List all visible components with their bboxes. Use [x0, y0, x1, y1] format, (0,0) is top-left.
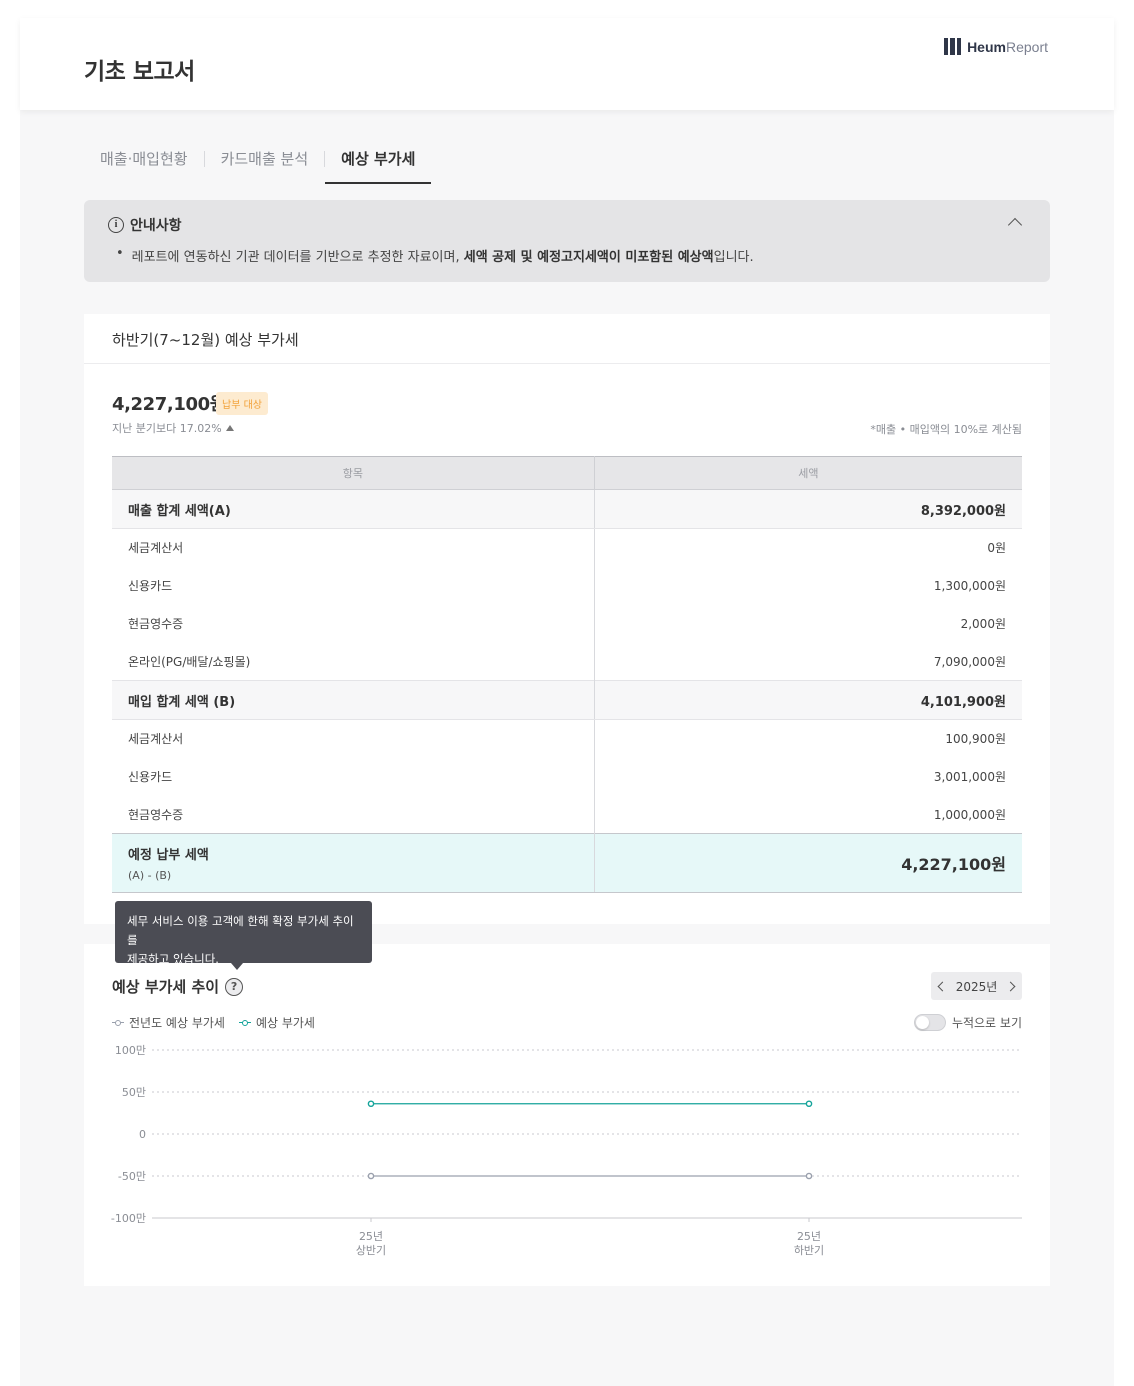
notice-panel: i 안내사항 • 레포트에 연동하신 기관 데이터를 기반으로 추정한 자료이며… [84, 200, 1050, 282]
row-label: 온라인(PG/배달/쇼핑몰) [112, 642, 595, 681]
row-value: 1,300,000원 [933, 579, 1006, 593]
row-label: 매입 합계 세액 (B) [112, 680, 595, 720]
x-tick-label: 25년 [359, 1230, 383, 1243]
logo-text: HeumReport [967, 38, 1048, 55]
row-label: 현금영수증 [112, 795, 595, 834]
quarter-comparison: 지난 분기보다 17.02% [112, 420, 234, 436]
table-row: 온라인(PG/배달/쇼핑몰) 7,090,000원 [112, 642, 1022, 681]
notice-title: 안내사항 [130, 218, 182, 234]
y-tick-label: 50만 [122, 1086, 146, 1099]
payable-label-cell: 예정 납부 세액 (A) - (B) [112, 833, 595, 893]
row-value: 4,101,900원 [594, 680, 1022, 720]
tab-expected-vat[interactable]: 예상 부가세 [325, 134, 432, 184]
vat-trend-card: 예상 부가세 추이 ? 2025년 전년도 예상 부가세 예상 부가세 누적으로… [84, 944, 1050, 1286]
payable-total-row: 예정 납부 세액 (A) - (B) 4,227,100원 [112, 833, 1022, 893]
expected-vat-card: 하반기(7~12월) 예상 부가세 4,227,100원 납부 대상 지난 분기… [84, 314, 1050, 924]
chevron-up-icon[interactable] [1007, 217, 1023, 233]
data-point [367, 1100, 375, 1108]
page-title: 기초 보고서 [84, 59, 195, 85]
table-row: 신용카드 1,300,000원 [112, 566, 1022, 605]
y-tick-label: -50만 [118, 1170, 146, 1183]
table-row: 현금영수증 2,000원 [112, 604, 1022, 643]
calculation-note: *매출 • 매입액의 10%로 계산됨 [870, 423, 1022, 436]
row-value: 7,090,000원 [933, 654, 1006, 669]
heumreport-logo[interactable]: HeumReport [944, 38, 1048, 55]
notice-text: • 레포트에 연동하신 기관 데이터를 기반으로 추정한 자료이며, 세액 공제… [116, 246, 754, 265]
vat-table: 항목 세액 매출 합계 세액(A) 8,392,000원 세금계산서 0원 신용… [112, 456, 1022, 893]
page-header: 기초 보고서 HeumReport [20, 18, 1114, 110]
table-row: 세금계산서 0원 [112, 528, 1022, 567]
triangle-up-icon [225, 425, 234, 431]
card-title: 하반기(7~12월) 예상 부가세 [112, 331, 299, 349]
report-tabs: 매출·매입현황 카드매출 분석 예상 부가세 [84, 134, 432, 184]
row-value: 3,001,000원 [933, 770, 1006, 784]
sales-total-row: 매출 합계 세액(A) 8,392,000원 [112, 489, 1022, 529]
row-value: 100,900원 [945, 732, 1006, 747]
y-tick-label: -100만 [111, 1212, 146, 1225]
x-tick-label: 하반기 [794, 1243, 824, 1257]
vat-trend-chart: 100만50만0-50만-100만25년상반기25년하반기 [111, 1044, 1022, 1257]
divider [84, 363, 1050, 364]
data-point [805, 1172, 813, 1180]
tab-card-sales-analysis[interactable]: 카드매출 분석 [205, 134, 325, 184]
row-label: 세금계산서 [112, 528, 595, 567]
y-tick-label: 100만 [115, 1044, 146, 1057]
row-label: 현금영수증 [112, 604, 595, 643]
purchase-total-row: 매입 합계 세액 (B) 4,101,900원 [112, 680, 1022, 720]
table-row: 신용카드 3,001,000원 [112, 757, 1022, 796]
payment-status-badge: 납부 대상 [216, 392, 268, 415]
table-header-row: 항목 세액 [112, 456, 1022, 490]
row-value: 0원 [987, 541, 1006, 556]
payable-value: 4,227,100원 [901, 855, 1006, 874]
payable-label: 예정 납부 세액 [128, 848, 209, 863]
table-row: 현금영수증 1,000,000원 [112, 795, 1022, 834]
help-tooltip: 세무 서비스 이용 고객에 한해 확정 부가세 추이를 제공하고 있습니다. [115, 901, 372, 970]
table-row: 세금계산서 100,900원 [112, 719, 1022, 758]
row-label: 신용카드 [112, 566, 595, 605]
logo-mark-icon [944, 38, 962, 55]
bullet: • [116, 246, 124, 261]
column-header-item: 항목 [112, 456, 595, 490]
row-label: 신용카드 [112, 757, 595, 796]
row-value: 8,392,000원 [594, 489, 1022, 529]
payable-value-cell: 4,227,100원 [594, 833, 1022, 893]
row-value: 2,000원 [960, 617, 1006, 631]
notice-header: i 안내사항 [108, 215, 182, 235]
row-label: 매출 합계 세액(A) [112, 489, 595, 529]
payable-formula: (A) - (B) [128, 869, 172, 882]
tab-sales-purchases[interactable]: 매출·매입현황 [84, 134, 204, 184]
row-label: 세금계산서 [112, 719, 595, 758]
y-tick-label: 0 [139, 1128, 146, 1141]
x-tick-label: 상반기 [356, 1244, 386, 1257]
x-tick-label: 25년 [797, 1230, 821, 1243]
data-point [805, 1100, 813, 1108]
data-point [367, 1172, 375, 1180]
expected-vat-amount: 4,227,100원 [112, 394, 226, 415]
info-icon: i [108, 217, 124, 233]
row-value: 1,000,000원 [933, 807, 1006, 822]
column-header-tax: 세액 [594, 456, 1022, 490]
